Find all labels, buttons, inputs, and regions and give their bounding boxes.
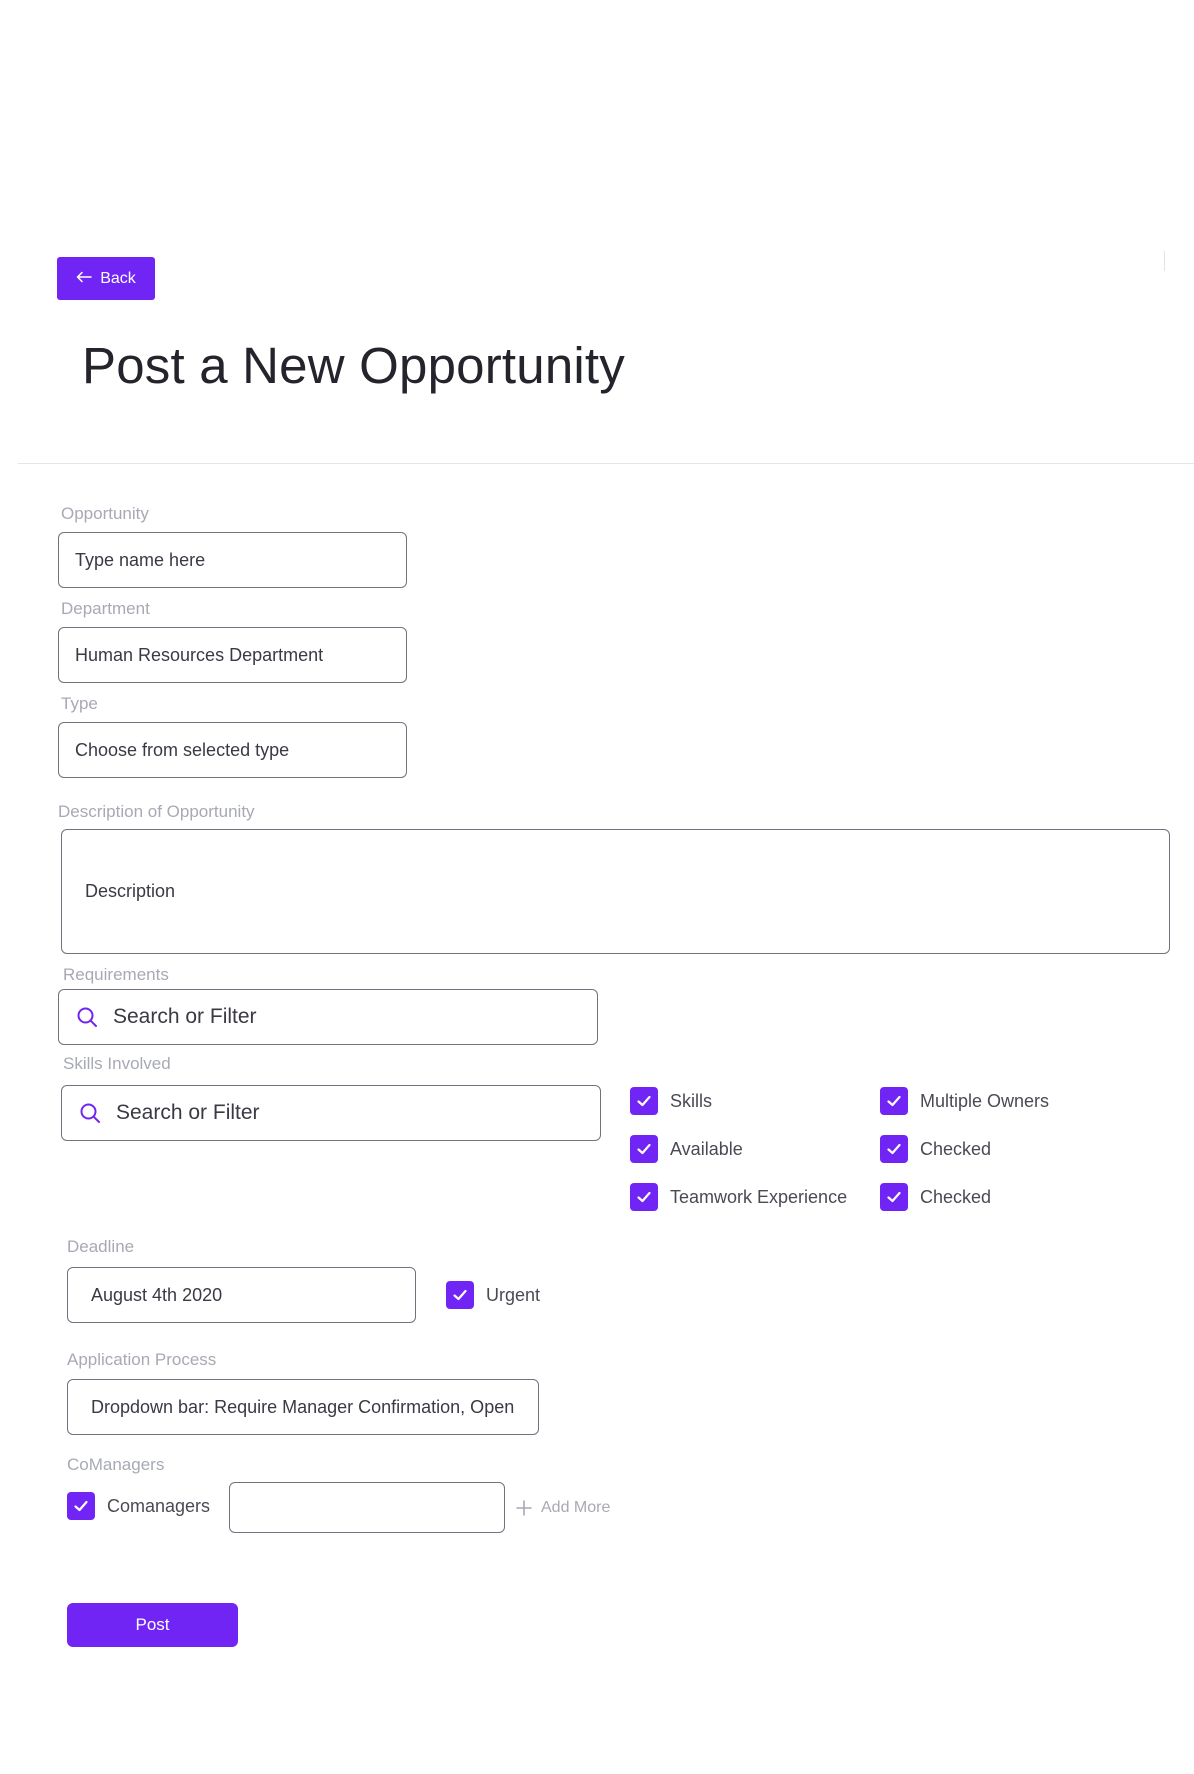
checkbox-checked[interactable] <box>630 1135 658 1163</box>
add-more-button[interactable]: Add More <box>515 1499 610 1517</box>
post-button[interactable]: Post <box>67 1603 238 1647</box>
header-divider <box>18 463 1194 464</box>
opportunity-input[interactable]: Type name here <box>58 532 407 588</box>
type-select[interactable]: Choose from selected type <box>58 722 407 778</box>
deadline-input[interactable]: August 4th 2020 <box>67 1267 416 1323</box>
checkbox-checked[interactable] <box>446 1281 474 1309</box>
comanagers-input[interactable] <box>229 1482 505 1533</box>
application-process-value: Dropdown bar: Require Manager Confirmati… <box>91 1396 515 1417</box>
skills-search-input[interactable]: Search or Filter <box>61 1085 601 1141</box>
type-placeholder: Choose from selected type <box>75 739 290 760</box>
checkbox-label: Multiple Owners <box>920 1090 1050 1111</box>
description-label: Description of Opportunity <box>58 802 255 821</box>
search-icon <box>78 1101 102 1125</box>
checkbox-label: Available <box>670 1138 743 1159</box>
department-value: Human Resources Department <box>75 644 324 665</box>
type-label: Type <box>61 694 98 713</box>
comanagers-label: CoManagers <box>67 1455 165 1474</box>
skills-option-multiple-owners[interactable]: Multiple Owners <box>880 1087 1049 1115</box>
checkbox-label: Checked <box>920 1138 992 1159</box>
checkbox-label: Skills <box>670 1090 713 1111</box>
checkbox-checked[interactable] <box>880 1087 908 1115</box>
arrow-left-icon <box>76 271 92 287</box>
requirements-label: Requirements <box>63 965 169 984</box>
add-more-label: Add More <box>541 1499 611 1516</box>
checkbox-checked[interactable] <box>67 1492 95 1520</box>
checkbox-checked[interactable] <box>630 1087 658 1115</box>
skills-option-checked-2[interactable]: Checked <box>880 1183 991 1211</box>
skills-option-checked-1[interactable]: Checked <box>880 1135 991 1163</box>
search-icon <box>75 1005 99 1029</box>
divider-tick <box>1164 251 1165 271</box>
comanagers-checkbox-label: Comanagers <box>107 1495 211 1516</box>
comanagers-checkbox-row[interactable]: Comanagers <box>67 1492 210 1520</box>
requirements-search-input[interactable]: Search or Filter <box>58 989 598 1045</box>
deadline-label: Deadline <box>67 1237 135 1256</box>
opportunity-placeholder: Type name here <box>75 549 206 570</box>
post-button-label: Post <box>135 1615 170 1634</box>
plus-icon <box>515 1499 533 1517</box>
back-button[interactable]: Back <box>57 257 155 300</box>
checkbox-label: Checked <box>920 1186 992 1207</box>
application-process-dropdown[interactable]: Dropdown bar: Require Manager Confirmati… <box>67 1379 539 1435</box>
skills-option-skills[interactable]: Skills <box>630 1087 712 1115</box>
opportunity-label: Opportunity <box>61 504 149 523</box>
department-label: Department <box>61 599 150 618</box>
checkbox-checked[interactable] <box>630 1183 658 1211</box>
urgent-checkbox-row[interactable]: Urgent <box>446 1281 540 1309</box>
checkbox-label: Teamwork Experience <box>670 1186 848 1207</box>
deadline-value: August 4th 2020 <box>91 1284 223 1305</box>
back-button-label: Back <box>100 269 136 287</box>
skills-placeholder: Search or Filter <box>116 1101 260 1124</box>
checkbox-checked[interactable] <box>880 1135 908 1163</box>
urgent-label: Urgent <box>486 1284 541 1305</box>
description-placeholder: Description <box>85 881 176 901</box>
page-title: Post a New Opportunity <box>82 337 625 394</box>
application-process-label: Application Process <box>67 1350 217 1369</box>
skills-label: Skills Involved <box>63 1054 171 1073</box>
department-input[interactable]: Human Resources Department <box>58 627 407 683</box>
description-textarea[interactable]: Description <box>61 829 1170 954</box>
skills-option-available[interactable]: Available <box>630 1135 743 1163</box>
checkbox-checked[interactable] <box>880 1183 908 1211</box>
requirements-placeholder: Search or Filter <box>113 1005 257 1028</box>
skills-option-teamwork-experience[interactable]: Teamwork Experience <box>630 1183 847 1211</box>
